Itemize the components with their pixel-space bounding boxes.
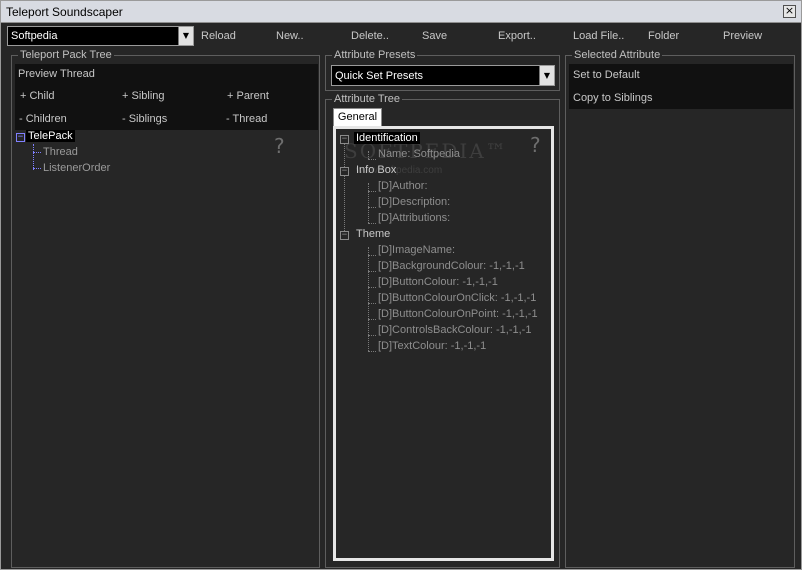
tree-line — [368, 191, 376, 192]
attr-group-theme[interactable]: Theme — [356, 228, 390, 240]
app-window: Teleport Soundscaper × Softpedia ▼ Reloa… — [0, 0, 802, 570]
title-bar: Teleport Soundscaper × — [1, 1, 801, 23]
copy-to-siblings-button[interactable]: Copy to Siblings — [573, 92, 653, 104]
tree-node-telepack[interactable]: TelePack — [26, 130, 75, 142]
panel-legend-pack-tree: Teleport Pack Tree — [18, 49, 114, 61]
close-icon[interactable]: × — [783, 5, 796, 18]
tree-line — [368, 271, 376, 272]
pack-select[interactable]: Softpedia ▼ — [7, 26, 194, 46]
tree-line — [368, 151, 369, 159]
panel-legend-attribute-tree: Attribute Tree — [332, 93, 403, 105]
reload-button[interactable]: Reload — [201, 30, 236, 42]
attr-group-identification[interactable]: Identification — [354, 132, 420, 144]
attribute-tree-view: SOFTPEDIA™ www.softpedia.com ? − Identif… — [333, 126, 554, 561]
teleport-pack-tree-panel: Teleport Pack Tree Preview Thread + Chil… — [11, 49, 320, 568]
remove-thread-button[interactable]: - Thread — [226, 113, 267, 125]
export-button[interactable]: Export.. — [498, 30, 536, 42]
add-parent-button[interactable]: + Parent — [227, 90, 269, 102]
tree-line — [368, 183, 369, 223]
pack-tree-actions: Preview Thread + Child + Sibling + Paren… — [15, 64, 318, 130]
attr-group-info-box[interactable]: Info Box — [356, 164, 396, 176]
presets-select[interactable]: Quick Set Presets ▼ — [331, 65, 555, 86]
minus-box-icon[interactable]: − — [340, 167, 349, 176]
minus-box-icon[interactable]: − — [16, 133, 25, 142]
minus-box-icon[interactable]: − — [340, 231, 349, 240]
new-button[interactable]: New.. — [276, 30, 304, 42]
tree-line — [368, 319, 376, 320]
remove-children-button[interactable]: - Children — [19, 113, 67, 125]
tree-line — [368, 159, 376, 160]
tree-line — [368, 335, 376, 336]
tree-line — [33, 144, 34, 170]
attr-item-button-colour[interactable]: [D]ButtonColour: -1,-1,-1 — [378, 276, 498, 288]
pack-select-value: Softpedia — [11, 30, 58, 42]
panel-legend-presets: Attribute Presets — [332, 49, 418, 61]
presets-select-value: Quick Set Presets — [335, 70, 424, 82]
attr-item-controls-back-colour[interactable]: [D]ControlsBackColour: -1,-1,-1 — [378, 324, 531, 336]
tree-line — [368, 207, 376, 208]
tree-line — [344, 143, 345, 239]
folder-button[interactable]: Folder — [648, 30, 679, 42]
add-child-button[interactable]: + Child — [20, 90, 55, 102]
preview-thread-button[interactable]: Preview Thread — [18, 68, 95, 80]
tree-node-listener-order[interactable]: ListenerOrder — [43, 162, 110, 174]
attr-item-background-colour[interactable]: [D]BackgroundColour: -1,-1,-1 — [378, 260, 525, 272]
add-sibling-button[interactable]: + Sibling — [122, 90, 165, 102]
tree-line — [368, 287, 376, 288]
attr-item-description[interactable]: [D]Description: — [378, 196, 450, 208]
attribute-presets-panel: Attribute Presets Quick Set Presets ▼ — [325, 49, 560, 91]
tree-line — [368, 351, 376, 352]
tree-node-thread[interactable]: Thread — [43, 146, 78, 158]
selected-attribute-panel: Selected Attribute Set to Default Copy t… — [565, 49, 795, 568]
attr-item-button-colour-on-point[interactable]: [D]ButtonColourOnPoint: -1,-1,-1 — [378, 308, 538, 320]
remove-siblings-button[interactable]: - Siblings — [122, 113, 167, 125]
load-file-button[interactable]: Load File.. — [573, 30, 624, 42]
help-icon[interactable]: ? — [274, 134, 285, 158]
tree-line — [33, 152, 41, 153]
minus-box-icon[interactable]: − — [340, 135, 349, 144]
delete-button[interactable]: Delete.. — [351, 30, 389, 42]
chevron-down-icon[interactable]: ▼ — [178, 27, 193, 45]
save-button[interactable]: Save — [422, 30, 447, 42]
tab-general[interactable]: General — [333, 108, 382, 126]
help-icon[interactable]: ? — [530, 133, 541, 157]
tree-line — [368, 223, 376, 224]
attr-item-button-colour-on-click[interactable]: [D]ButtonColourOnClick: -1,-1,-1 — [378, 292, 536, 304]
attr-item-attributions[interactable]: [D]Attributions: — [378, 212, 450, 224]
tree-line — [368, 303, 376, 304]
attr-item-author[interactable]: [D]Author: — [378, 180, 428, 192]
chevron-down-icon[interactable]: ▼ — [539, 66, 554, 85]
tree-line — [33, 168, 41, 169]
tree-line — [368, 255, 376, 256]
panel-legend-selected-attribute: Selected Attribute — [572, 49, 663, 61]
selected-attribute-actions: Set to Default Copy to Siblings — [569, 64, 793, 109]
window-title: Teleport Soundscaper — [6, 5, 123, 19]
attr-item-text-colour[interactable]: [D]TextColour: -1,-1,-1 — [378, 340, 486, 352]
attribute-tree-panel: Attribute Tree General SOFTPEDIA™ www.so… — [325, 93, 560, 568]
attr-item-name[interactable]: Name: Softpedia — [378, 148, 460, 160]
set-to-default-button[interactable]: Set to Default — [573, 69, 640, 81]
attr-item-image-name[interactable]: [D]ImageName: — [378, 244, 455, 256]
preview-button[interactable]: Preview — [723, 30, 762, 42]
